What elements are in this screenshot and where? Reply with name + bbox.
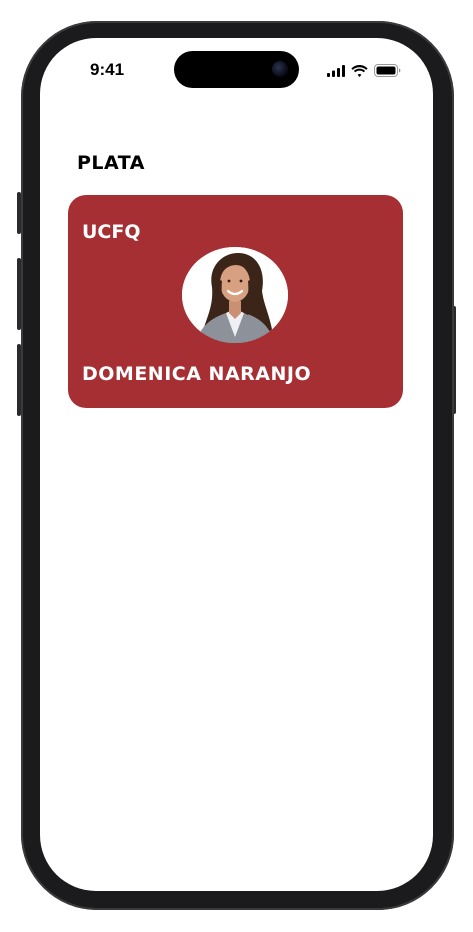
home-indicator[interactable]	[170, 878, 304, 883]
status-time: 9:41	[90, 60, 124, 80]
dynamic-island	[174, 51, 299, 88]
card-holder-name: DOMENICA NARANJO	[82, 363, 311, 385]
phone-screen: 9:41 PLATA UCFQ	[40, 38, 433, 891]
cellular-signal-icon	[327, 65, 345, 77]
front-camera-icon	[272, 61, 288, 77]
profile-photo	[182, 247, 288, 343]
card-organization: UCFQ	[82, 221, 141, 243]
membership-card[interactable]: UCFQ	[68, 195, 403, 408]
status-icons	[327, 64, 401, 77]
battery-icon	[374, 64, 401, 77]
profile-photo-icon	[182, 247, 288, 343]
wifi-icon	[351, 65, 368, 77]
section-title: PLATA	[77, 152, 145, 174]
